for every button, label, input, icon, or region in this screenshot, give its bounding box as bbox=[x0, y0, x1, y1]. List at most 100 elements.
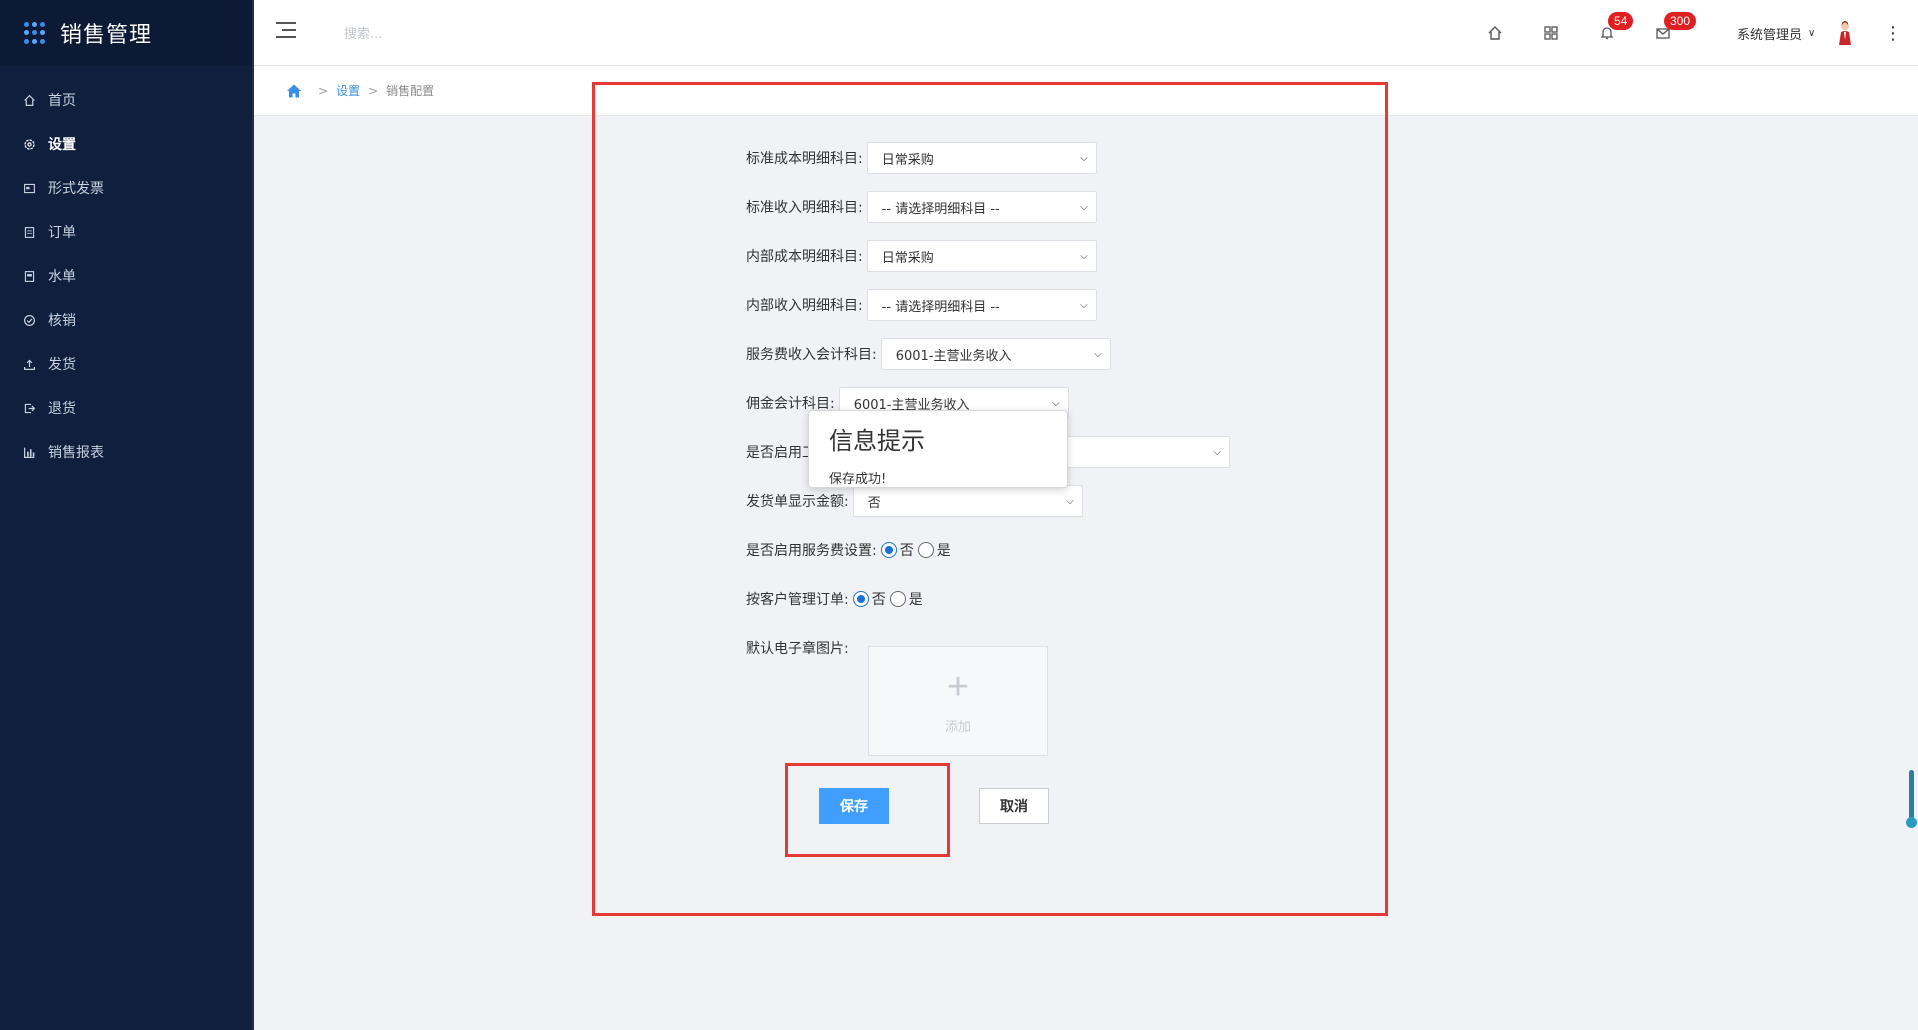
sidebar-item-label: 形式发票 bbox=[48, 181, 104, 197]
gear-icon bbox=[22, 137, 36, 151]
seal-label: 默认电子章图片: bbox=[746, 641, 849, 657]
search-input[interactable] bbox=[344, 22, 544, 46]
sidebar-item-label: 销售报表 bbox=[48, 445, 104, 461]
radio-label: 是 bbox=[908, 592, 923, 608]
sidebar-item-settings[interactable]: 设置 bbox=[0, 122, 252, 166]
std-income-select[interactable]: -- 请选择明细科目 -- ⌵ bbox=[866, 191, 1097, 223]
home-icon bbox=[22, 93, 36, 107]
form-row-by-customer: 按客户管理订单: 否 是 bbox=[746, 583, 927, 615]
enable-label: 是否启用工 bbox=[746, 445, 816, 461]
plus-icon: + bbox=[946, 665, 970, 708]
cancel-button[interactable]: 取消 bbox=[979, 788, 1049, 824]
breadcrumb-settings[interactable]: 设置 bbox=[336, 82, 360, 99]
sidebar-item-label: 核销 bbox=[48, 313, 76, 329]
sidebar-item-returns[interactable]: 退货 bbox=[0, 386, 252, 430]
chevron-down-icon: ⌵ bbox=[1052, 397, 1060, 409]
chevron-down-icon: ⌵ bbox=[1213, 446, 1221, 458]
sidebar-item-home[interactable]: 首页 bbox=[0, 78, 252, 122]
ship-amount-value: 否 bbox=[867, 495, 881, 511]
sidebar-item-label: 订单 bbox=[48, 225, 76, 241]
upload-icon bbox=[22, 357, 36, 371]
save-button[interactable]: 保存 bbox=[819, 788, 889, 824]
sidebar-item-shipping[interactable]: 发货 bbox=[0, 342, 252, 386]
chevron-down-icon: ∨ bbox=[1808, 28, 1816, 39]
std-income-label: 标准收入明细科目: bbox=[746, 200, 863, 216]
radio-dot bbox=[917, 542, 934, 558]
sidebar-item-writeoff[interactable]: 核销 bbox=[0, 298, 252, 342]
thermometer-icon bbox=[1906, 770, 1917, 828]
chevron-down-icon: ⌵ bbox=[1080, 152, 1088, 164]
receipt-icon bbox=[22, 269, 36, 283]
service-income-value: 6001-主营业务收入 bbox=[895, 348, 1012, 364]
sidebar-menu: 首页 设置 形式发票 订单 水单 核销 发货 退货 销售报表 bbox=[0, 78, 252, 474]
check-circle-icon bbox=[22, 313, 36, 327]
message-icon[interactable]: 300 bbox=[1652, 12, 1697, 44]
radio-label: 否 bbox=[899, 543, 914, 559]
invoice-icon bbox=[22, 181, 36, 195]
service-income-select[interactable]: 6001-主营业务收入 ⌵ bbox=[880, 338, 1111, 370]
breadcrumb-separator: > bbox=[318, 83, 329, 98]
int-income-value: -- 请选择明细科目 -- bbox=[881, 299, 1000, 315]
sidebar-item-label: 退货 bbox=[48, 401, 76, 417]
form-row-std-cost: 标准成本明细科目: 日常采购 ⌵ bbox=[746, 142, 1097, 174]
info-toast: 信息提示 保存成功! bbox=[808, 410, 1068, 488]
home-icon[interactable] bbox=[286, 83, 302, 99]
ship-amount-label: 发货单显示金额: bbox=[746, 494, 849, 510]
app-grid-icon bbox=[24, 22, 46, 44]
chevron-down-icon: ⌵ bbox=[1080, 201, 1088, 213]
toast-message: 保存成功! bbox=[829, 472, 887, 487]
int-cost-value: 日常采购 bbox=[881, 250, 934, 266]
sidebar-item-label: 设置 bbox=[48, 137, 76, 153]
avatar[interactable] bbox=[1836, 20, 1854, 46]
breadcrumb-separator: > bbox=[368, 83, 379, 98]
int-cost-select[interactable]: 日常采购 ⌵ bbox=[866, 240, 1097, 272]
form-row-int-income: 内部收入明细科目: -- 请选择明细科目 -- ⌵ bbox=[746, 289, 1097, 321]
by-customer-radio-yes[interactable]: 是 bbox=[889, 589, 923, 609]
more-vertical-icon[interactable]: ⋮ bbox=[1884, 22, 1902, 44]
form-row-service-income: 服务费收入会计科目: 6001-主营业务收入 ⌵ bbox=[746, 338, 1111, 370]
top-header: 54 300 系统管理员 ∨ ⋮ bbox=[254, 0, 1918, 66]
breadcrumb-current: 销售配置 bbox=[386, 84, 435, 98]
by-customer-label: 按客户管理订单: bbox=[746, 592, 849, 608]
apps-grid-icon[interactable] bbox=[1540, 22, 1562, 44]
radio-label: 是 bbox=[936, 543, 951, 559]
sidebar-item-proforma-invoice[interactable]: 形式发票 bbox=[0, 166, 252, 210]
upload-label: 添加 bbox=[944, 719, 971, 735]
enable-service-radio-yes[interactable]: 是 bbox=[917, 540, 951, 560]
sidebar: 销售管理 首页 设置 形式发票 订单 水单 核销 发货 退货 销售报表 bbox=[0, 0, 254, 1030]
brand[interactable]: 销售管理 bbox=[0, 0, 252, 66]
form-row-std-income: 标准收入明细科目: -- 请选择明细科目 -- ⌵ bbox=[746, 191, 1097, 223]
menu-toggle-icon[interactable] bbox=[276, 22, 296, 40]
int-income-select[interactable]: -- 请选择明细科目 -- ⌵ bbox=[866, 289, 1097, 321]
radio-dot bbox=[880, 542, 897, 558]
ship-amount-select[interactable]: 否 ⌵ bbox=[852, 485, 1083, 517]
user-menu[interactable]: 系统管理员 ∨ bbox=[1737, 24, 1815, 43]
form-row-ship-amount: 发货单显示金额: 否 ⌵ bbox=[746, 485, 1083, 517]
form-row-int-cost: 内部成本明细科目: 日常采购 ⌵ bbox=[746, 240, 1097, 272]
sidebar-item-sales-report[interactable]: 销售报表 bbox=[0, 430, 252, 474]
bell-icon[interactable]: 54 bbox=[1596, 12, 1634, 44]
service-income-label: 服务费收入会计科目: bbox=[746, 347, 877, 363]
std-cost-value: 日常采购 bbox=[881, 152, 934, 168]
int-cost-label: 内部成本明细科目: bbox=[746, 249, 863, 265]
sidebar-item-receipts[interactable]: 水单 bbox=[0, 254, 252, 298]
toast-title: 信息提示 bbox=[829, 427, 925, 455]
by-customer-radio-no[interactable]: 否 bbox=[852, 589, 886, 609]
bar-chart-icon bbox=[22, 445, 36, 459]
sidebar-item-orders[interactable]: 订单 bbox=[0, 210, 252, 254]
chevron-down-icon: ⌵ bbox=[1094, 348, 1102, 360]
std-cost-select[interactable]: 日常采购 ⌵ bbox=[866, 142, 1097, 174]
order-icon bbox=[22, 225, 36, 239]
home-icon[interactable] bbox=[1484, 22, 1506, 44]
message-badge: 300 bbox=[1664, 12, 1697, 30]
std-cost-label: 标准成本明细科目: bbox=[746, 151, 863, 167]
int-income-label: 内部收入明细科目: bbox=[746, 298, 863, 314]
seal-upload[interactable]: + 添加 bbox=[868, 646, 1048, 756]
app-title: 销售管理 bbox=[60, 23, 153, 48]
std-income-value: -- 请选择明细科目 -- bbox=[881, 201, 1000, 217]
sidebar-item-label: 首页 bbox=[48, 93, 76, 109]
sidebar-item-label: 水单 bbox=[48, 269, 76, 285]
enable-service-radio-no[interactable]: 否 bbox=[880, 540, 914, 560]
form-row-seal: 默认电子章图片: bbox=[746, 632, 853, 664]
enable-service-label: 是否启用服务费设置: bbox=[746, 543, 877, 559]
